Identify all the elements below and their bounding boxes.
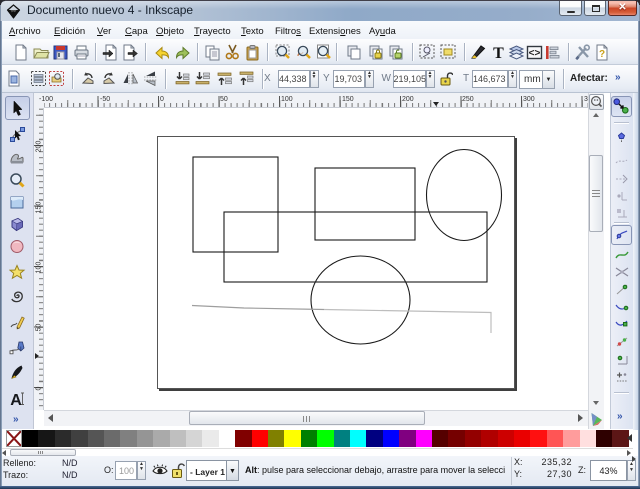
svg-text:A: A bbox=[10, 392, 22, 407]
svg-text:T: T bbox=[493, 45, 504, 61]
svg-text:<>: <> bbox=[529, 48, 541, 59]
svg-text:?: ? bbox=[599, 49, 605, 60]
